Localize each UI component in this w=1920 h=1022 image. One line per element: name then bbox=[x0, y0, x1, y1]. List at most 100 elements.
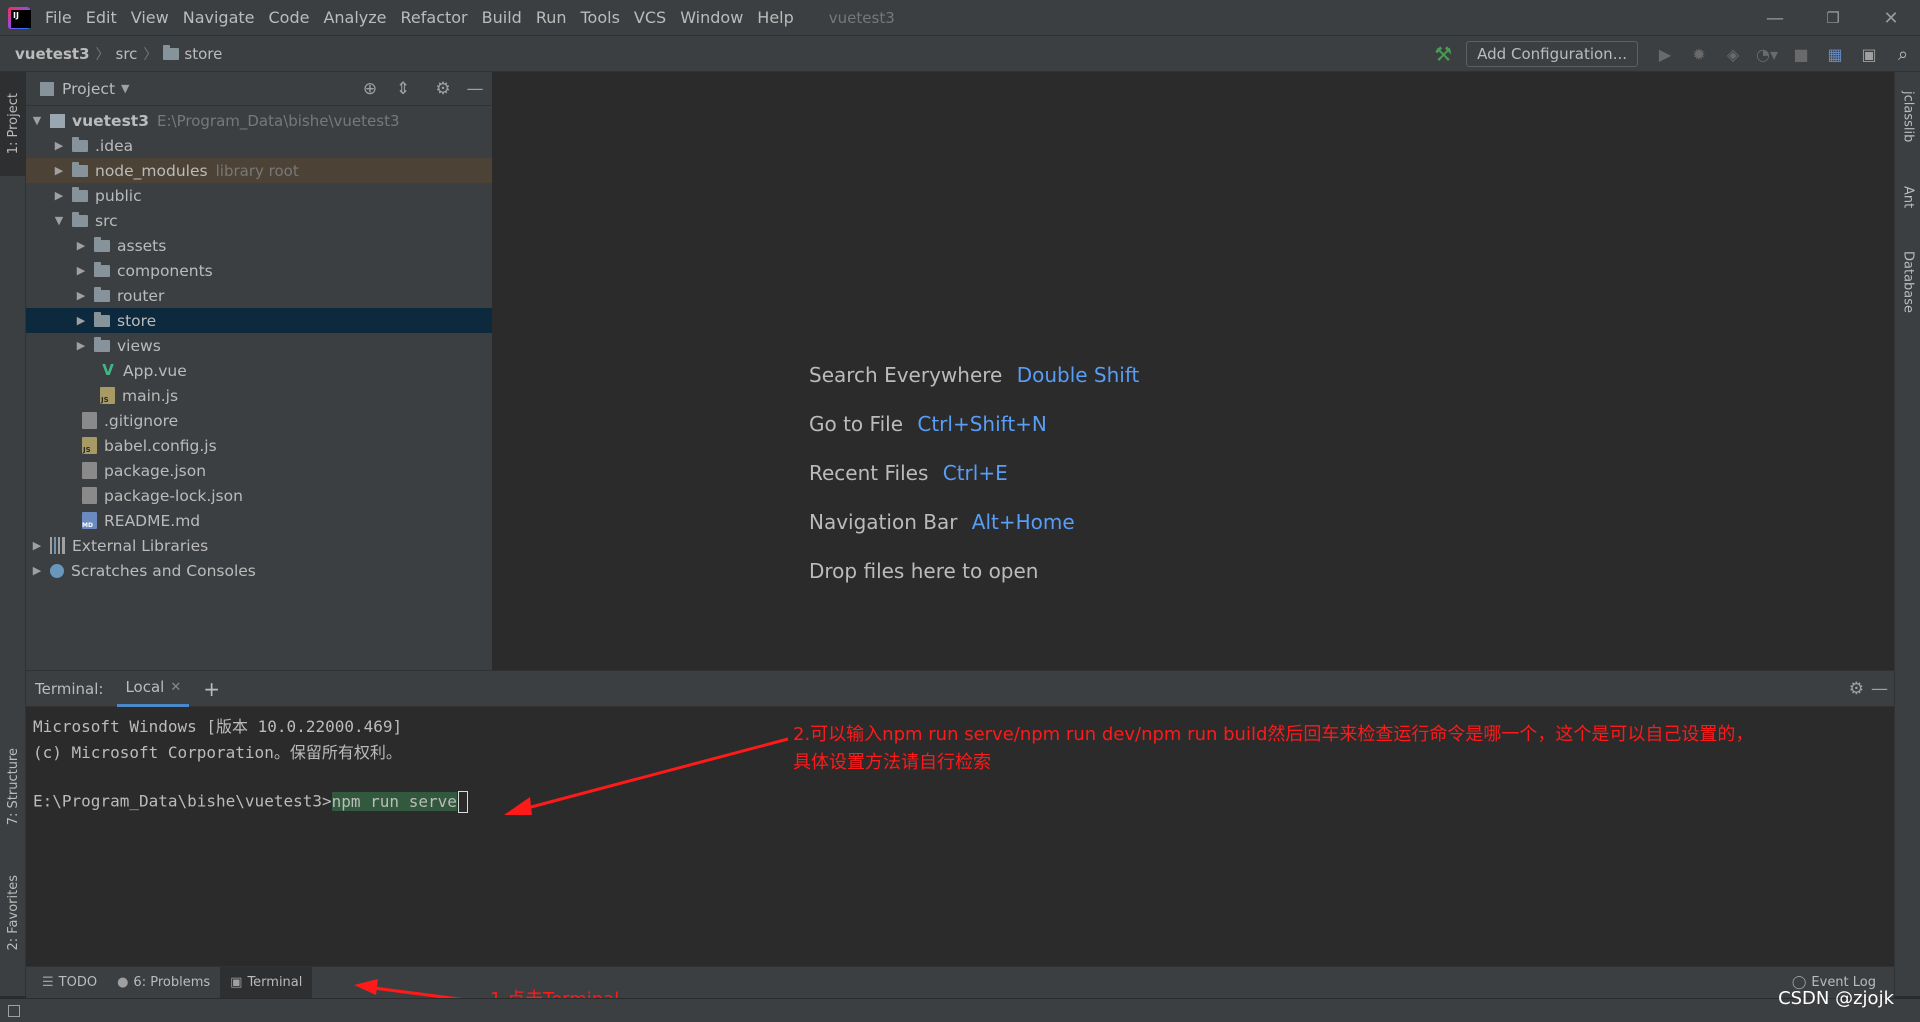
collapsed-arrow-icon[interactable]: ▶ bbox=[52, 164, 66, 177]
build-hammer-icon[interactable]: ⚒ bbox=[1426, 36, 1460, 72]
tree-item-components[interactable]: ▶ components bbox=[26, 258, 492, 283]
tree-item-src[interactable]: ▼ src bbox=[26, 208, 492, 233]
menu-navigate[interactable]: Navigate bbox=[176, 0, 262, 36]
menu-vcs[interactable]: VCS bbox=[627, 0, 673, 36]
hint-label: Navigation Bar bbox=[809, 510, 958, 534]
locate-icon[interactable]: ⊕ bbox=[355, 72, 385, 106]
menu-edit[interactable]: Edit bbox=[79, 0, 124, 36]
tree-item-node-modules[interactable]: ▶ node_modules library root bbox=[26, 158, 492, 183]
tree-item-package-json[interactable]: package.json bbox=[26, 458, 492, 483]
project-view-selector[interactable]: Project bbox=[62, 80, 115, 98]
menu-help[interactable]: Help bbox=[750, 0, 800, 36]
collapsed-arrow-icon[interactable]: ▶ bbox=[74, 314, 88, 327]
restore-button[interactable]: ❐ bbox=[1804, 0, 1862, 36]
menu-view[interactable]: View bbox=[124, 0, 176, 36]
hide-panel-icon[interactable]: — bbox=[1871, 679, 1888, 699]
hint-search-everywhere: Search Everywhere Double Shift bbox=[809, 363, 1139, 387]
expanded-arrow-icon[interactable]: ▼ bbox=[30, 114, 44, 127]
gear-icon[interactable]: ⚙ bbox=[428, 72, 458, 106]
terminal-panel: Terminal: Local ✕ + ⚙ — Microsoft Window… bbox=[26, 670, 1894, 966]
tree-item-public[interactable]: ▶ public bbox=[26, 183, 492, 208]
tree-item-gitignore[interactable]: .gitignore bbox=[26, 408, 492, 433]
hint-label: Drop files here to open bbox=[809, 559, 1039, 583]
breadcrumb-store[interactable]: store bbox=[159, 44, 226, 63]
config-file-icon bbox=[82, 412, 97, 429]
close-button[interactable]: ✕ bbox=[1862, 0, 1920, 36]
tree-label: package.json bbox=[104, 461, 207, 480]
tree-item-views[interactable]: ▶ views bbox=[26, 333, 492, 358]
tree-label: node_modules bbox=[95, 161, 208, 180]
menu-tools[interactable]: Tools bbox=[574, 0, 627, 36]
collapsed-arrow-icon[interactable]: ▶ bbox=[74, 264, 88, 277]
gear-icon[interactable]: ⚙ bbox=[1849, 679, 1864, 699]
problems-tool-button[interactable]: ● 6: Problems bbox=[107, 967, 220, 999]
collapsed-arrow-icon[interactable]: ▶ bbox=[52, 189, 66, 202]
profile-icon[interactable]: ◔▾ bbox=[1750, 36, 1784, 72]
structure-tool-button[interactable]: 7: Structure bbox=[0, 732, 26, 842]
terminal-prompt-line[interactable]: E:\Program_Data\bishe\vuetest3>npm run s… bbox=[33, 791, 468, 813]
menu-file[interactable]: File bbox=[38, 0, 79, 36]
collapsed-arrow-icon[interactable]: ▶ bbox=[74, 239, 88, 252]
menu-analyze[interactable]: Analyze bbox=[316, 0, 393, 36]
collapsed-arrow-icon[interactable]: ▶ bbox=[52, 139, 66, 152]
run-icon[interactable]: ▶ bbox=[1648, 36, 1682, 72]
annotation-arrow-step2 bbox=[504, 737, 789, 815]
expanded-arrow-icon[interactable]: ▼ bbox=[52, 214, 66, 227]
tree-item-idea[interactable]: ▶ .idea bbox=[26, 133, 492, 158]
ant-tool-button[interactable]: Ant bbox=[1895, 172, 1920, 222]
terminal-tab-label: Local bbox=[125, 678, 165, 696]
hide-panel-icon[interactable]: — bbox=[460, 72, 490, 106]
tree-item-main-js[interactable]: main.js bbox=[26, 383, 492, 408]
add-configuration-button[interactable]: Add Configuration... bbox=[1466, 41, 1638, 67]
tree-label: public bbox=[95, 186, 142, 205]
new-terminal-tab-icon[interactable]: + bbox=[203, 677, 220, 701]
menu-build[interactable]: Build bbox=[475, 0, 529, 36]
tree-item-package-lock-json[interactable]: package-lock.json bbox=[26, 483, 492, 508]
hint-shortcut: Double Shift bbox=[1016, 363, 1140, 387]
database-tool-button[interactable]: Database bbox=[1895, 242, 1920, 322]
debug-icon[interactable]: ✹ bbox=[1682, 36, 1716, 72]
tree-item-assets[interactable]: ▶ assets bbox=[26, 233, 492, 258]
minimize-button[interactable]: — bbox=[1746, 0, 1804, 36]
project-folder-icon bbox=[50, 113, 65, 128]
menu-code[interactable]: Code bbox=[262, 0, 317, 36]
project-structure-icon[interactable]: ▦ bbox=[1818, 36, 1852, 72]
collapsed-arrow-icon[interactable]: ▶ bbox=[30, 539, 44, 552]
editor-area[interactable]: Search Everywhere Double Shift Go to Fil… bbox=[494, 72, 1894, 670]
annotation-step2-line2: 具体设置方法请自行检索 bbox=[793, 752, 991, 773]
tree-item-vuetest3[interactable]: ▼ vuetest3 E:\Program_Data\bishe\vuetest… bbox=[26, 108, 492, 133]
terminal-tab-local[interactable]: Local ✕ bbox=[117, 671, 190, 707]
tree-item-store[interactable]: ▶ store bbox=[26, 308, 492, 333]
breadcrumb-src[interactable]: src bbox=[112, 45, 142, 63]
menu-run[interactable]: Run bbox=[529, 0, 574, 36]
presentation-icon[interactable]: ▣ bbox=[1852, 36, 1886, 72]
stop-icon[interactable]: ■ bbox=[1784, 36, 1818, 72]
tree-item-readme[interactable]: README.md bbox=[26, 508, 492, 533]
collapsed-arrow-icon[interactable]: ▶ bbox=[74, 289, 88, 302]
toggle-tool-windows-icon[interactable] bbox=[8, 1004, 20, 1017]
chevron-down-icon[interactable]: ▼ bbox=[121, 82, 129, 95]
menu-window[interactable]: Window bbox=[673, 0, 750, 36]
close-tab-icon[interactable]: ✕ bbox=[170, 680, 181, 695]
title-bar: File Edit View Navigate Code Analyze Ref… bbox=[0, 0, 1920, 36]
tree-label: main.js bbox=[122, 386, 179, 405]
tree-item-scratches[interactable]: ▶ Scratches and Consoles bbox=[26, 558, 492, 583]
library-icon bbox=[50, 537, 65, 554]
collapsed-arrow-icon[interactable]: ▶ bbox=[74, 339, 88, 352]
search-icon[interactable]: ⌕ bbox=[1886, 36, 1920, 72]
jclasslib-tool-button[interactable]: jclasslib bbox=[1895, 82, 1920, 152]
collapsed-arrow-icon[interactable]: ▶ bbox=[30, 564, 44, 577]
folder-icon bbox=[94, 261, 110, 277]
project-tool-button[interactable]: 1: Project bbox=[0, 72, 26, 176]
tree-item-external-libraries[interactable]: ▶ External Libraries bbox=[26, 533, 492, 558]
tree-item-babel-config[interactable]: babel.config.js bbox=[26, 433, 492, 458]
tree-item-router[interactable]: ▶ router bbox=[26, 283, 492, 308]
todo-tool-button[interactable]: ☰ TODO bbox=[32, 967, 107, 999]
terminal-tool-button[interactable]: ▣ Terminal bbox=[220, 966, 313, 999]
favorites-tool-button[interactable]: 2: Favorites bbox=[0, 858, 26, 968]
menu-refactor[interactable]: Refactor bbox=[394, 0, 475, 36]
tree-item-app-vue[interactable]: V App.vue bbox=[26, 358, 492, 383]
breadcrumb-project[interactable]: vuetest3 bbox=[11, 45, 94, 63]
collapse-all-icon[interactable]: ⇕ bbox=[388, 72, 418, 106]
coverage-icon[interactable]: ◈ bbox=[1716, 36, 1750, 72]
